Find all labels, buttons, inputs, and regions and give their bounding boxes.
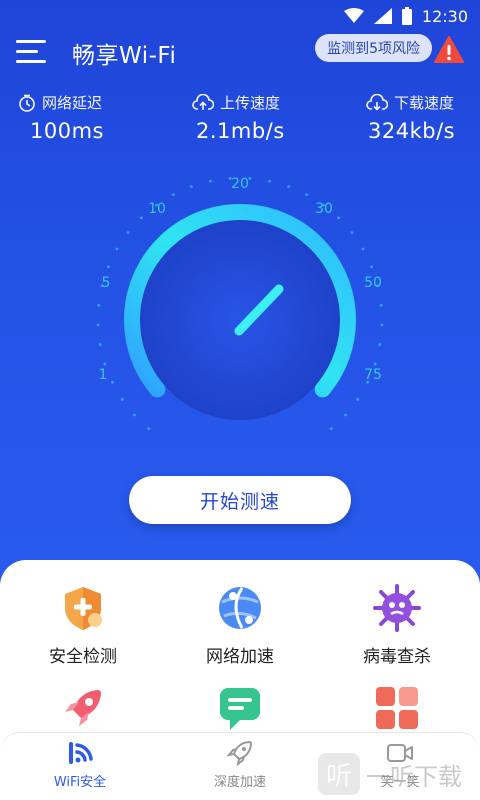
watermark-text: 一听下载	[366, 762, 462, 791]
stat-upload: 上传速度 2.1mb/s	[192, 92, 342, 143]
gauge-tick-dot	[96, 323, 100, 327]
gauge-tick-dot	[97, 303, 101, 307]
feature-label: 网络加速	[206, 647, 274, 667]
gauge-inner-disc	[140, 220, 340, 420]
gauge-tick-dot	[329, 427, 333, 431]
stat-latency: 网络延迟 100ms	[18, 92, 168, 143]
risk-notice-badge[interactable]: 监测到5项风险	[315, 34, 432, 62]
rocket-icon	[65, 690, 101, 726]
download-value: 324kb/s	[368, 119, 456, 143]
watermark-logo: 听	[318, 753, 360, 795]
feature-network-boost[interactable]: 网络加速	[160, 584, 320, 667]
gauge-label-10: 10	[148, 201, 166, 217]
tab-deep-boost[interactable]: 深度加速	[160, 739, 320, 790]
gauge-tick-dot	[370, 265, 374, 269]
upload-value: 2.1mb/s	[196, 119, 285, 143]
cloud-download-icon	[366, 93, 388, 111]
status-time: 12:30	[421, 6, 468, 26]
gauge-tick-dot	[305, 193, 309, 196]
menu-icon[interactable]	[16, 40, 48, 64]
gauge-tick-dot	[380, 323, 384, 327]
gauge-tick-dot	[106, 265, 110, 269]
tab-label: 深度加速	[213, 775, 266, 790]
message-icon	[220, 688, 260, 730]
gauge-tick-dot	[120, 398, 124, 401]
tab-wifi-security[interactable]: WiFi安全	[0, 739, 160, 790]
globe-speed-icon	[219, 587, 261, 629]
warning-icon[interactable]	[434, 36, 464, 64]
gauge-label-1: 1	[99, 367, 108, 383]
app-title: 畅享Wi-Fi	[72, 43, 177, 69]
gauge-tick-dot	[209, 179, 212, 183]
rocket-outline-icon	[226, 740, 253, 767]
gauge-tick-dot	[133, 413, 136, 417]
gauge-label-20: 20	[231, 176, 249, 192]
gauge-label-5: 5	[102, 275, 111, 291]
speed-gauge: 1 5 10 20 30 50 75	[96, 176, 384, 431]
gauge-tick-dot	[344, 413, 347, 417]
tab-label: WiFi安全	[53, 775, 107, 790]
virus-icon	[373, 584, 421, 632]
main-hero: 12:30 畅享Wi-Fi 监测到5项风险 网络延迟 100ms 上传速度 2.…	[0, 0, 480, 640]
shield-plus-icon	[65, 587, 102, 630]
latency-label: 网络延迟	[42, 94, 103, 112]
battery-icon	[401, 7, 412, 25]
gauge-tick-dot	[356, 398, 360, 401]
speed-stats: 网络延迟 100ms 上传速度 2.1mb/s 下载速度 324kb/s	[0, 92, 480, 152]
gauge-tick-dot	[287, 185, 290, 188]
gauge-tick-dot	[190, 185, 193, 188]
latency-value: 100ms	[30, 119, 104, 143]
feature-virus-scan[interactable]: 病毒查杀	[317, 584, 477, 667]
gauge-tick-dot	[337, 216, 340, 220]
clock-icon	[19, 94, 35, 112]
cloud-upload-icon	[192, 93, 214, 110]
gauge-tick-dot	[140, 216, 143, 220]
status-bar: 12:30	[0, 0, 480, 32]
gauge-label-30: 30	[315, 201, 333, 217]
wifi-signal-icon	[343, 8, 364, 23]
start-test-button[interactable]: 开始测速	[129, 476, 351, 524]
gauge-tick-dot	[268, 179, 271, 183]
download-label: 下载速度	[394, 94, 455, 112]
gauge-tick-dot	[111, 380, 114, 384]
feature-label: 安全检测	[49, 647, 117, 667]
gauge-tick-dot	[373, 362, 377, 366]
watermark: 听 一听下载	[318, 752, 480, 796]
feature-security-check[interactable]: 安全检测	[3, 584, 163, 667]
app-header: 畅享Wi-Fi 监测到5项风险	[0, 32, 480, 72]
gauge-tick-dot	[171, 193, 175, 196]
gauge-tick-dot	[103, 362, 107, 366]
gauge-tick-dot	[361, 247, 365, 251]
gauge-tick-dot	[98, 343, 102, 347]
stat-download: 下载速度 324kb/s	[366, 92, 480, 143]
feature-label: 病毒查杀	[363, 647, 431, 667]
gauge-tick-dot	[350, 231, 354, 234]
apps-grid-icon	[376, 687, 418, 729]
upload-label: 上传速度	[220, 94, 281, 112]
cell-signal-icon	[373, 8, 392, 24]
wifi-icon	[69, 742, 93, 764]
gauge-tick-dot	[147, 427, 151, 431]
gauge-label-75: 75	[364, 367, 382, 383]
gauge-tick-dot	[379, 303, 383, 307]
gauge-tick-dot	[378, 343, 382, 347]
gauge-tick-dot	[126, 231, 130, 234]
gauge-label-50: 50	[364, 275, 382, 291]
gauge-tick-dot	[115, 247, 119, 251]
